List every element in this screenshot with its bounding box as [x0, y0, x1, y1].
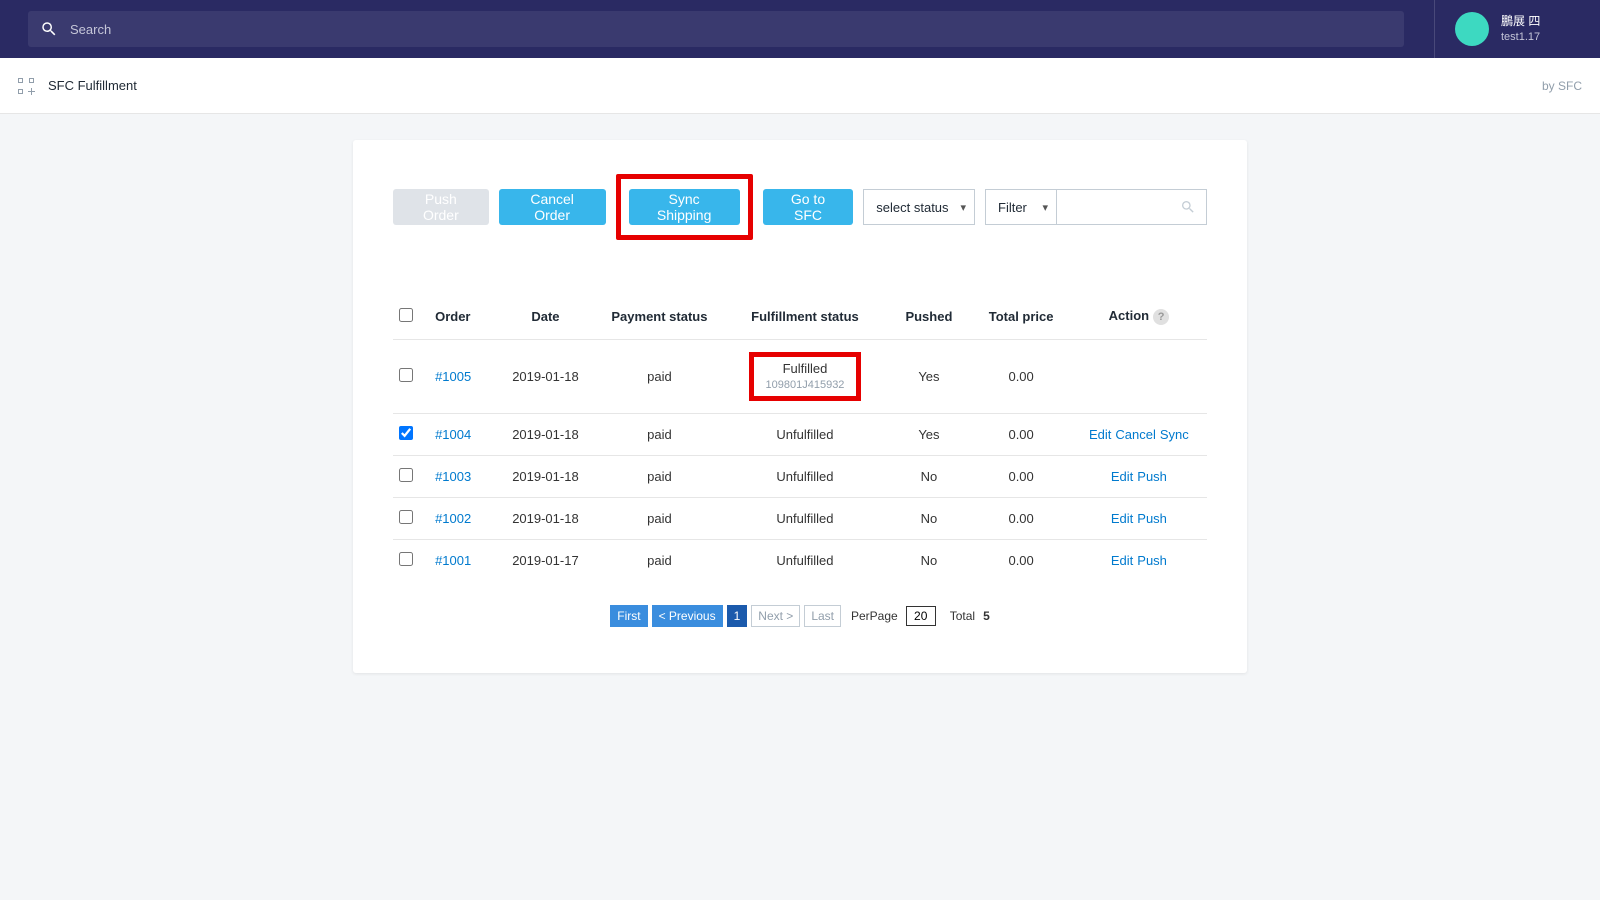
cell-pushed: No [886, 498, 971, 540]
cell-fulfillment: Unfulfilled [724, 456, 887, 498]
cell-date: 2019-01-18 [496, 498, 596, 540]
table-row: #10042019-01-18paidUnfulfilledYes0.00Edi… [393, 414, 1207, 456]
search-icon [1180, 199, 1196, 215]
cancel-order-button[interactable]: Cancel Order [499, 189, 606, 225]
cell-payment: paid [595, 414, 723, 456]
cell-date: 2019-01-18 [496, 456, 596, 498]
cell-payment: paid [595, 456, 723, 498]
go-to-sfc-button[interactable]: Go to SFC [763, 189, 854, 225]
orders-table: Order Date Payment status Fulfillment st… [393, 298, 1207, 581]
filter-search-input[interactable] [1057, 189, 1207, 225]
cell-payment: paid [595, 340, 723, 414]
cell-total: 0.00 [971, 540, 1070, 582]
pager-next[interactable]: Next > [751, 605, 800, 627]
table-row: #10022019-01-18paidUnfulfilledNo0.00Edit… [393, 498, 1207, 540]
row-checkbox[interactable] [399, 510, 413, 524]
cell-pushed: Yes [886, 414, 971, 456]
main-card: Push Order Cancel Order Sync Shipping Go… [353, 140, 1247, 673]
table-row: #10012019-01-17paidUnfulfilledNo0.00Edit… [393, 540, 1207, 582]
action-push[interactable]: Push [1137, 553, 1167, 568]
user-menu[interactable]: 鵬展 四 test1.17 [1434, 0, 1584, 58]
table-row: #1005 2019-01-18paid Fulfilled109801J41593… [393, 340, 1207, 414]
select-all-checkbox[interactable] [399, 308, 413, 322]
fulfillment-highlight: Fulfilled109801J415932 [749, 352, 862, 401]
cell-fulfillment: Unfulfilled [724, 540, 887, 582]
cell-total: 0.00 [971, 414, 1070, 456]
action-edit[interactable]: Edit [1111, 469, 1133, 484]
help-icon[interactable]: ? [1153, 309, 1169, 325]
table-row: #10032019-01-18paidUnfulfilledNo0.00Edit… [393, 456, 1207, 498]
user-name: 鵬展 四 [1501, 14, 1540, 30]
order-link[interactable]: #1005 [435, 369, 471, 384]
total-label: Total [950, 609, 975, 623]
cell-fulfillment: Unfulfilled [724, 498, 887, 540]
toolbar: Push Order Cancel Order Sync Shipping Go… [353, 174, 1247, 240]
cell-total: 0.00 [971, 498, 1070, 540]
action-sync[interactable]: Sync [1160, 427, 1189, 442]
cell-actions: Edit Cancel Sync [1071, 414, 1207, 456]
push-order-button: Push Order [393, 189, 489, 225]
cell-payment: paid [595, 498, 723, 540]
breadcrumb: SFC Fulfillment by SFC [0, 58, 1600, 114]
col-payment: Payment status [595, 298, 723, 340]
pagination: First < Previous 1 Next > Last PerPage T… [353, 605, 1247, 627]
total-value: 5 [983, 609, 990, 623]
col-total: Total price [971, 298, 1070, 340]
cell-actions: Edit Push [1071, 540, 1207, 582]
avatar [1455, 12, 1489, 46]
order-link[interactable]: #1004 [435, 427, 471, 442]
row-checkbox[interactable] [399, 468, 413, 482]
order-link[interactable]: #1002 [435, 511, 471, 526]
cell-payment: paid [595, 540, 723, 582]
cell-total: 0.00 [971, 456, 1070, 498]
row-checkbox[interactable] [399, 426, 413, 440]
search-icon [40, 20, 58, 38]
apps-icon[interactable] [18, 78, 34, 94]
by-sfc-label: by SFC [1542, 79, 1582, 93]
col-fulfillment: Fulfillment status [724, 298, 887, 340]
col-order: Order [429, 298, 496, 340]
cell-date: 2019-01-17 [496, 540, 596, 582]
action-edit[interactable]: Edit [1111, 511, 1133, 526]
cell-actions [1071, 340, 1207, 414]
sync-shipping-highlight: Sync Shipping [616, 174, 753, 240]
col-action: Action? [1071, 298, 1207, 340]
search-container [28, 11, 1404, 47]
page-title: SFC Fulfillment [48, 78, 137, 93]
cell-pushed: Yes [886, 340, 971, 414]
per-page-input[interactable] [906, 606, 936, 626]
filter-select[interactable]: Filter [985, 189, 1057, 225]
cell-date: 2019-01-18 [496, 340, 596, 414]
user-sub: test1.17 [1501, 30, 1540, 44]
action-cancel[interactable]: Cancel [1115, 427, 1155, 442]
cell-fulfillment: Unfulfilled [724, 414, 887, 456]
sync-shipping-button[interactable]: Sync Shipping [629, 189, 740, 225]
cell-date: 2019-01-18 [496, 414, 596, 456]
order-link[interactable]: #1001 [435, 553, 471, 568]
pager-first[interactable]: First [610, 605, 647, 627]
action-push[interactable]: Push [1137, 469, 1167, 484]
row-checkbox[interactable] [399, 368, 413, 382]
status-select[interactable]: select status [863, 189, 975, 225]
cell-pushed: No [886, 456, 971, 498]
per-page-label: PerPage [851, 609, 898, 623]
row-checkbox[interactable] [399, 552, 413, 566]
pager-last[interactable]: Last [804, 605, 841, 627]
col-pushed: Pushed [886, 298, 971, 340]
cell-total: 0.00 [971, 340, 1070, 414]
action-edit[interactable]: Edit [1111, 553, 1133, 568]
topbar: 鵬展 四 test1.17 [0, 0, 1600, 58]
action-edit[interactable]: Edit [1089, 427, 1111, 442]
cell-actions: Edit Push [1071, 498, 1207, 540]
pager-prev[interactable]: < Previous [652, 605, 723, 627]
action-push[interactable]: Push [1137, 511, 1167, 526]
search-input[interactable] [28, 11, 1404, 47]
cell-fulfillment: Fulfilled109801J415932 [724, 340, 887, 414]
order-link[interactable]: #1003 [435, 469, 471, 484]
col-date: Date [496, 298, 596, 340]
cell-actions: Edit Push [1071, 456, 1207, 498]
user-text: 鵬展 四 test1.17 [1501, 14, 1540, 44]
cell-pushed: No [886, 540, 971, 582]
pager-page-1[interactable]: 1 [727, 605, 748, 627]
